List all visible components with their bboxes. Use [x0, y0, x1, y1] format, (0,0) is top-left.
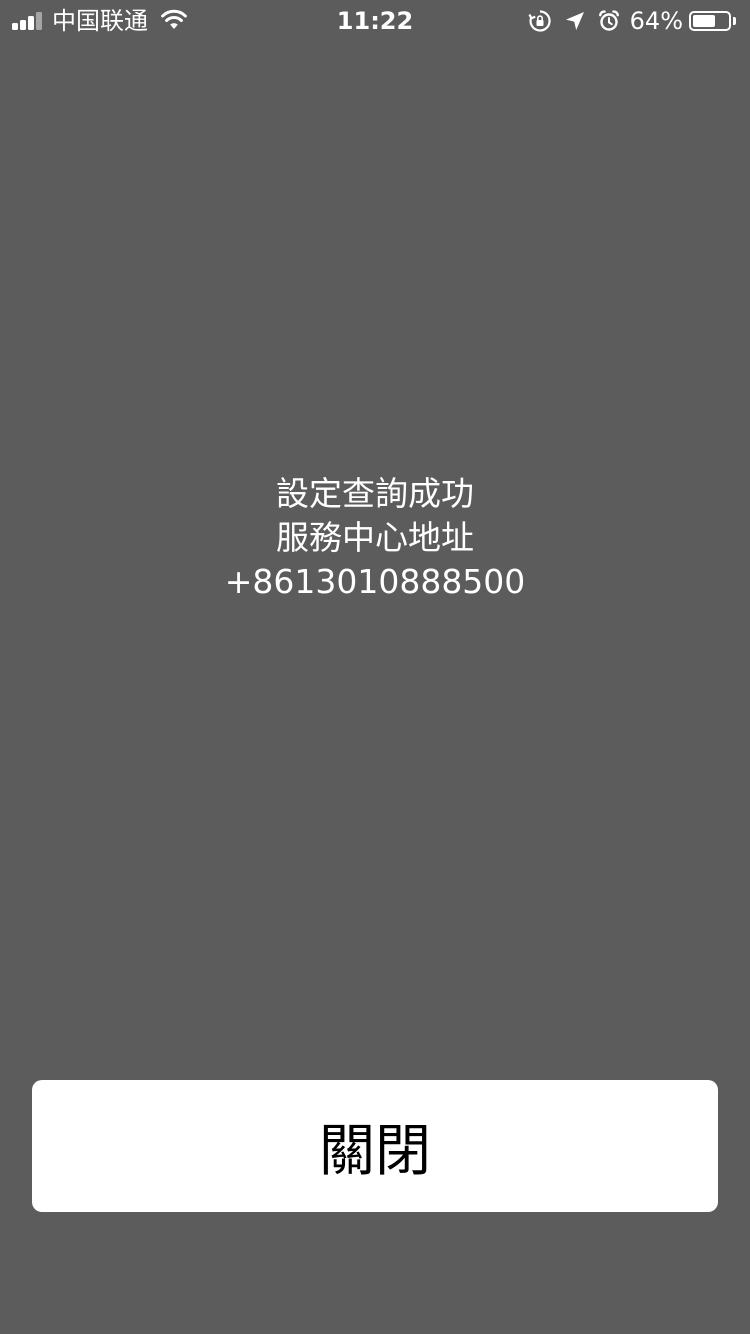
orientation-lock-icon	[528, 9, 552, 33]
service-center-number: +8613010888500	[224, 562, 526, 601]
location-arrow-icon	[564, 10, 586, 32]
message-title: 設定查詢成功	[276, 474, 474, 513]
battery-level-fill	[693, 15, 715, 27]
battery-cap	[733, 17, 736, 25]
close-button-label: 關閉	[319, 1118, 431, 1184]
status-bar: 中国联通 11:22 64%	[0, 0, 750, 40]
close-button[interactable]: 關閉	[32, 1080, 718, 1212]
message-label: 服務中心地址	[276, 518, 474, 557]
result-message: 設定查詢成功 服務中心地址 +8613010888500	[0, 472, 750, 604]
battery-icon	[689, 11, 731, 31]
alarm-icon	[598, 10, 620, 32]
battery-percentage: 64%	[629, 7, 683, 35]
status-bar-right: 64%	[528, 6, 736, 36]
